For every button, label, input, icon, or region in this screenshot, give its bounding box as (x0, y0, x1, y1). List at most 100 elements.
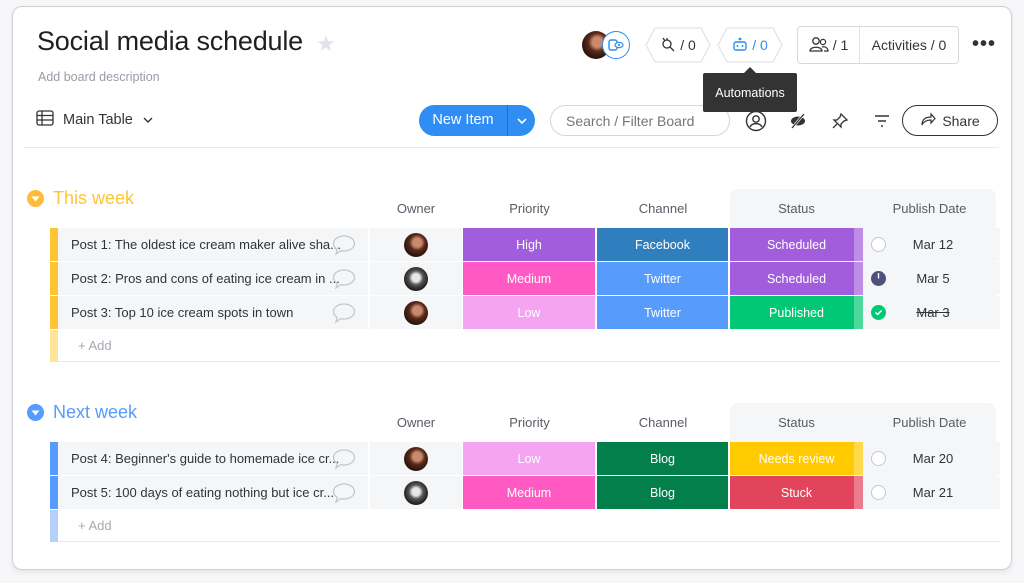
column-header-priority[interactable]: Priority (463, 415, 596, 430)
channel-cell[interactable]: Twitter (597, 262, 728, 295)
subscribers-eye-icon[interactable] (602, 31, 630, 59)
members-count: / 1 (832, 37, 849, 53)
status-cell[interactable]: Published (730, 296, 863, 329)
priority-label: Medium (506, 271, 552, 286)
owner-avatar (404, 232, 428, 257)
integrations-plug-icon (660, 36, 676, 55)
owner-cell[interactable] (370, 296, 462, 329)
comment-bubble-icon[interactable] (332, 482, 356, 509)
priority-cell[interactable]: Medium (463, 476, 595, 509)
publish-date-cell[interactable]: Mar 3 (863, 296, 1000, 329)
board-title[interactable]: Social media schedule (37, 26, 303, 57)
item-name[interactable]: Post 5: 100 days of eating nothing but i… (58, 476, 368, 509)
automations-button[interactable]: / 0 (717, 27, 783, 63)
column-header-status[interactable]: Status (730, 415, 863, 430)
channel-label: Blog (649, 451, 676, 466)
more-options-icon[interactable]: ••• (972, 33, 996, 56)
publish-date-cell[interactable]: Mar 21 (863, 476, 1000, 509)
favorite-star-icon[interactable]: ★ (316, 33, 338, 55)
group-title[interactable]: Next week (27, 402, 137, 423)
comment-bubble-icon[interactable] (332, 448, 356, 475)
column-header-publish-date[interactable]: Publish Date (863, 415, 996, 430)
filter-icon[interactable] (871, 110, 893, 132)
priority-cell[interactable]: High (463, 228, 595, 261)
share-button[interactable]: Share (902, 105, 998, 136)
priority-label: Low (517, 305, 541, 320)
group-color-bar (50, 296, 58, 329)
automations-tooltip: Automations (703, 67, 797, 112)
column-header-priority[interactable]: Priority (463, 201, 596, 216)
row-divider (58, 361, 1000, 362)
priority-label: High (516, 237, 542, 252)
publish-date-cell[interactable]: Mar 20 (863, 442, 1000, 475)
channel-cell[interactable]: Twitter (597, 296, 728, 329)
status-cell[interactable]: Scheduled (730, 262, 863, 295)
status-label: Scheduled (766, 271, 827, 286)
owner-avatar (404, 446, 428, 471)
column-header-publish-date[interactable]: Publish Date (863, 201, 996, 216)
group-color-bar (50, 330, 58, 362)
item-name[interactable]: Post 2: Pros and cons of eating ice crea… (58, 262, 368, 295)
table-row[interactable]: Post 2: Pros and cons of eating ice crea… (50, 262, 1000, 295)
status-cell[interactable]: Scheduled (730, 228, 863, 261)
column-header-owner[interactable]: Owner (370, 201, 462, 216)
table-row[interactable]: Post 5: 100 days of eating nothing but i… (50, 476, 1000, 509)
owner-cell[interactable] (370, 262, 462, 295)
clock-icon (871, 271, 886, 286)
column-header-channel[interactable]: Channel (597, 415, 729, 430)
priority-cell[interactable]: Low (463, 296, 595, 329)
channel-label: Twitter (644, 271, 681, 286)
board-description[interactable]: Add board description (38, 70, 160, 84)
collapse-group-icon[interactable] (27, 190, 44, 207)
group-color-bar (50, 262, 58, 295)
publish-date-cell[interactable]: Mar 5 (863, 262, 1000, 295)
table-row[interactable]: Post 1: The oldest ice cream maker alive… (50, 228, 1000, 261)
empty-circle-icon (871, 237, 886, 252)
table-row[interactable]: Post 4: Beginner's guide to homemade ice… (50, 442, 1000, 475)
activities-button[interactable]: Activities / 0 (860, 37, 958, 53)
new-item-button[interactable]: New Item (419, 105, 535, 136)
group-title[interactable]: This week (27, 188, 134, 209)
comment-bubble-icon[interactable] (332, 302, 356, 329)
item-name[interactable]: Post 4: Beginner's guide to homemade ice… (58, 442, 368, 475)
status-cell[interactable]: Needs review (730, 442, 863, 475)
owner-cell[interactable] (370, 228, 462, 261)
status-fold (854, 476, 863, 509)
integrations-button[interactable]: / 0 (645, 27, 711, 63)
status-label: Scheduled (766, 237, 827, 252)
status-label: Stuck (780, 485, 813, 500)
channel-cell[interactable]: Blog (597, 442, 728, 475)
owner-avatar (404, 480, 428, 505)
collapse-group-icon[interactable] (27, 404, 44, 421)
add-item-row[interactable]: + Add (50, 510, 1000, 542)
hide-columns-icon[interactable] (787, 110, 809, 132)
column-header-owner[interactable]: Owner (370, 415, 462, 430)
header-divider (24, 147, 999, 148)
table-row[interactable]: Post 3: Top 10 ice cream spots in town Lo… (50, 296, 1000, 329)
view-selector[interactable]: Main Table (36, 110, 154, 130)
pin-icon[interactable] (829, 110, 851, 132)
status-label: Needs review (758, 451, 835, 466)
owner-cell[interactable] (370, 476, 462, 509)
status-cell[interactable]: Stuck (730, 476, 863, 509)
comment-bubble-icon[interactable] (332, 268, 356, 295)
publish-date-cell[interactable]: Mar 12 (863, 228, 1000, 261)
column-header-status[interactable]: Status (730, 201, 863, 216)
new-item-dropdown-icon[interactable] (508, 117, 535, 125)
new-item-label[interactable]: New Item (419, 105, 508, 136)
channel-cell[interactable]: Blog (597, 476, 728, 509)
column-header-channel[interactable]: Channel (597, 201, 729, 216)
item-name[interactable]: Post 1: The oldest ice cream maker alive… (58, 228, 368, 261)
priority-cell[interactable]: Medium (463, 262, 595, 295)
owner-cell[interactable] (370, 442, 462, 475)
members-button[interactable]: / 1 (798, 27, 860, 63)
item-name[interactable]: Post 3: Top 10 ice cream spots in town (58, 296, 368, 329)
comment-bubble-icon[interactable] (332, 234, 356, 261)
add-item-label[interactable]: + Add (78, 330, 112, 362)
channel-cell[interactable]: Facebook (597, 228, 728, 261)
automations-count: / 0 (752, 37, 768, 53)
person-filter-icon[interactable] (745, 110, 767, 132)
add-item-row[interactable]: + Add (50, 330, 1000, 362)
priority-cell[interactable]: Low (463, 442, 595, 475)
add-item-label[interactable]: + Add (78, 510, 112, 542)
